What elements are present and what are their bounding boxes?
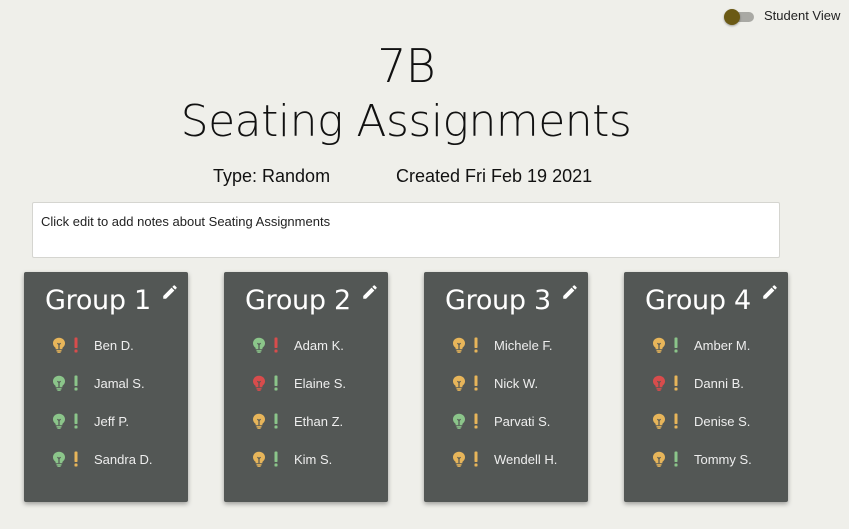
student-row[interactable]: Ethan Z.	[252, 413, 343, 429]
student-name: Kim S.	[294, 451, 333, 467]
student-view-switch[interactable]	[724, 8, 754, 25]
student-row[interactable]: Amber M.	[652, 337, 750, 353]
student-row[interactable]: Denise S.	[652, 413, 750, 429]
edit-pencil-icon[interactable]	[161, 283, 179, 301]
exclamation-icon	[273, 337, 279, 353]
student-name: Adam K.	[294, 337, 344, 353]
lightbulb-icon	[652, 375, 666, 391]
group-card-2: Group 2 Adam K. Elaine S. Ethan Z. Kim S.	[224, 272, 388, 502]
exclamation-icon	[73, 337, 79, 353]
student-name: Jamal S.	[94, 375, 145, 391]
exclamation-icon	[673, 375, 679, 391]
edit-pencil-icon[interactable]	[361, 283, 379, 301]
lightbulb-icon	[52, 413, 66, 429]
group-title: Group 2	[245, 285, 351, 316]
page-title: Seating Assignments	[180, 96, 632, 147]
exclamation-icon	[73, 413, 79, 429]
lightbulb-icon	[52, 337, 66, 353]
edit-pencil-icon[interactable]	[761, 283, 779, 301]
exclamation-icon	[73, 375, 79, 391]
lightbulb-icon	[52, 451, 66, 467]
lightbulb-icon	[252, 451, 266, 467]
lightbulb-icon	[452, 451, 466, 467]
group-title: Group 3	[445, 285, 551, 316]
student-name: Elaine S.	[294, 375, 347, 391]
class-name: 7B	[377, 39, 435, 93]
exclamation-icon	[673, 337, 679, 353]
student-row[interactable]: Tommy S.	[652, 451, 752, 467]
student-row[interactable]: Sandra D.	[52, 451, 153, 467]
group-card-4: Group 4 Amber M. Danni B. Denise S. Tommy S.	[624, 272, 788, 502]
exclamation-icon	[673, 451, 679, 467]
student-row[interactable]: Elaine S.	[252, 375, 346, 391]
lightbulb-icon	[452, 413, 466, 429]
student-name: Ben D.	[94, 337, 134, 353]
created-date: Created Fri Feb 19 2021	[396, 166, 593, 186]
switch-knob[interactable]	[724, 8, 740, 25]
lightbulb-icon	[652, 413, 666, 429]
exclamation-icon	[473, 375, 479, 391]
group-card-3: Group 3 Michele F. Nick W. Parvati S. Wendel…	[424, 272, 588, 502]
edit-pencil-icon[interactable]	[561, 283, 579, 301]
notes-text: Click edit to add notes about Seating As…	[41, 214, 331, 229]
lightbulb-icon	[652, 337, 666, 353]
student-row[interactable]: Danni B.	[652, 375, 744, 391]
student-name: Nick W.	[494, 375, 539, 391]
student-row[interactable]: Wendell H.	[452, 451, 557, 467]
exclamation-icon	[473, 337, 479, 353]
student-row[interactable]: Jamal S.	[52, 375, 145, 391]
group-title: Group 1	[45, 285, 151, 316]
student-view-label: Student View	[764, 8, 841, 23]
group-card-1: Group 1 Ben D. Jamal S. Jeff P. Sandra D.	[24, 272, 188, 502]
lightbulb-icon	[252, 337, 266, 353]
student-row[interactable]: Michele F.	[452, 337, 553, 353]
exclamation-icon	[273, 375, 279, 391]
student-row[interactable]: Nick W.	[452, 375, 538, 391]
student-row[interactable]: Parvati S.	[452, 413, 550, 429]
exclamation-icon	[673, 413, 679, 429]
student-row[interactable]: Ben D.	[52, 337, 134, 353]
lightbulb-icon	[52, 375, 66, 391]
lightbulb-icon	[452, 375, 466, 391]
student-name: Michele F.	[494, 337, 553, 353]
student-view-toggle[interactable]: Student View	[724, 8, 841, 25]
student-name: Tommy S.	[694, 451, 752, 467]
student-name: Wendell H.	[494, 451, 558, 467]
lightbulb-icon	[652, 451, 666, 467]
assignment-type: Type: Random	[213, 166, 331, 186]
student-name: Danni B.	[694, 375, 744, 391]
student-name: Amber M.	[694, 337, 751, 353]
student-row[interactable]: Jeff P.	[52, 413, 129, 429]
student-row[interactable]: Adam K.	[252, 337, 344, 353]
student-name: Denise S.	[694, 413, 751, 429]
lightbulb-icon	[452, 337, 466, 353]
student-name: Jeff P.	[94, 413, 129, 429]
lightbulb-icon	[252, 375, 266, 391]
exclamation-icon	[273, 451, 279, 467]
student-name: Sandra D.	[94, 451, 153, 467]
student-name: Parvati S.	[494, 413, 551, 429]
student-name: Ethan Z.	[294, 413, 344, 429]
notes-box[interactable]: Click edit to add notes about Seating As…	[32, 202, 780, 258]
exclamation-icon	[273, 413, 279, 429]
exclamation-icon	[473, 413, 479, 429]
student-row[interactable]: Kim S.	[252, 451, 332, 467]
exclamation-icon	[73, 451, 79, 467]
group-title: Group 4	[645, 285, 751, 316]
exclamation-icon	[473, 451, 479, 467]
lightbulb-icon	[252, 413, 266, 429]
